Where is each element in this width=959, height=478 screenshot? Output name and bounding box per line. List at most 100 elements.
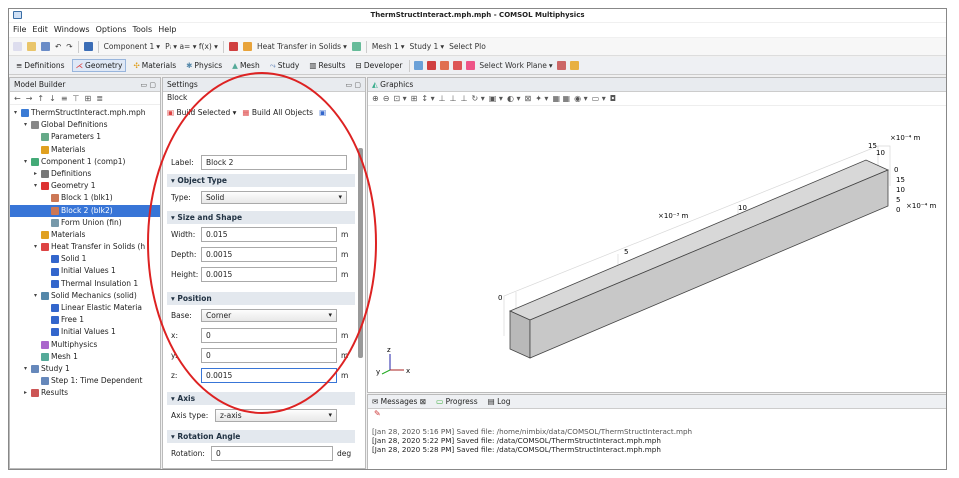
back-arrow-icon[interactable]: ← xyxy=(14,94,21,103)
view-xy-icon[interactable]: ⊥ xyxy=(439,94,446,103)
tab-messages[interactable]: ✉ Messages ⊠ xyxy=(372,397,426,406)
tree-node[interactable]: Linear Elastic Materia xyxy=(10,302,160,314)
tree-node[interactable]: Parameters 1 xyxy=(10,131,160,143)
tab-results[interactable]: ▥ Results xyxy=(306,60,348,71)
block-top-face[interactable] xyxy=(509,159,889,321)
tab-materials[interactable]: ✣ Materials xyxy=(130,60,179,71)
move-up-icon[interactable]: ↑ xyxy=(37,94,44,103)
menu-file[interactable]: File xyxy=(13,23,26,37)
screenshot-icon[interactable]: ◘ xyxy=(610,94,616,103)
tree-node[interactable]: ▸ Definitions xyxy=(10,168,160,180)
lights-icon[interactable]: ✦ ▾ xyxy=(535,94,548,103)
new-file-icon[interactable] xyxy=(13,42,22,51)
tree-node[interactable]: Multiphysics xyxy=(10,339,160,351)
camera-icon[interactable]: ◉ ▾ xyxy=(574,94,588,103)
grid-icon[interactable]: ▦ ▦ xyxy=(552,94,570,103)
tab-log[interactable]: ▤ Log xyxy=(488,397,511,406)
mesh-dropdown[interactable]: Mesh 1 ▾ xyxy=(372,42,405,51)
collapsed-arrow-icon[interactable]: ▸ xyxy=(22,387,29,399)
tab-definitions[interactable]: ≡ Definitions xyxy=(13,60,68,71)
z-input[interactable]: 0.0015 xyxy=(201,367,337,383)
forward-arrow-icon[interactable]: → xyxy=(26,94,33,103)
tab-progress[interactable]: ▭ Progress xyxy=(436,397,478,406)
settings-scrollbar[interactable] xyxy=(358,148,363,358)
transform-icon[interactable] xyxy=(466,61,476,70)
block-primitive-icon[interactable] xyxy=(440,61,450,70)
open-file-icon[interactable] xyxy=(27,42,36,51)
tree-node[interactable]: Thermal Insulation 1 xyxy=(10,278,160,290)
build-all-icon[interactable] xyxy=(414,61,424,70)
type-select[interactable]: Solid xyxy=(201,190,347,204)
select-object-icon[interactable]: ▣ ▾ xyxy=(489,94,503,103)
tree-node[interactable]: ▾ Component 1 (comp1) xyxy=(10,156,160,168)
clear-messages-icon[interactable]: ✎ xyxy=(368,409,946,423)
tree-node[interactable]: Mesh 1 xyxy=(10,351,160,363)
position-header[interactable]: ▾ Position xyxy=(167,292,355,305)
save-icon[interactable] xyxy=(41,42,50,51)
menu-tools[interactable]: Tools xyxy=(132,23,152,37)
expanded-arrow-icon[interactable]: ▾ xyxy=(22,119,29,131)
rotate-icon[interactable]: ↻ ▾ xyxy=(472,94,485,103)
material-tool-icon[interactable] xyxy=(242,42,252,51)
expanded-arrow-icon[interactable]: ▾ xyxy=(22,156,29,168)
tree-node[interactable]: ▾ Global Definitions xyxy=(10,119,160,131)
tree-node[interactable]: ▾ Study 1 xyxy=(10,363,160,375)
wireframe-icon[interactable]: ⊠ xyxy=(524,94,531,103)
tree-node[interactable]: Step 1: Time Dependent xyxy=(10,375,160,387)
axis-header[interactable]: ▾ Axis xyxy=(167,392,355,405)
zoom-in-icon[interactable]: ⊕ xyxy=(372,94,379,103)
definitions-icon[interactable]: Pᵢ ▾ a= ▾ f(x) ▾ xyxy=(165,42,218,51)
geometry-tool-icon[interactable] xyxy=(228,42,238,51)
tree-node[interactable]: Form Union (fin) xyxy=(10,217,160,229)
select-plot-dropdown[interactable]: Select Plo xyxy=(449,42,486,51)
zoom-box-icon[interactable]: ⊡ ▾ xyxy=(393,94,406,103)
x-input[interactable]: 0 xyxy=(201,327,337,343)
expanded-arrow-icon[interactable]: ▾ xyxy=(32,241,39,253)
rotation-input[interactable]: 0 xyxy=(211,445,333,461)
heat-transfer-dropdown[interactable]: Heat Transfer in Solids ▾ xyxy=(257,42,347,51)
collapsed-arrow-icon[interactable]: ▸ xyxy=(32,168,39,180)
build-all-button[interactable]: ▦ Build All Objects xyxy=(242,108,313,117)
help-icon[interactable]: ▣ xyxy=(319,108,326,117)
tab-physics[interactable]: ✱ Physics xyxy=(183,60,225,71)
size-shape-header[interactable]: ▾ Size and Shape xyxy=(167,211,355,224)
tree-menu-icon[interactable]: ≣ xyxy=(96,94,103,103)
base-select[interactable]: Corner xyxy=(201,308,337,322)
show-icon[interactable]: ≡ xyxy=(61,94,68,103)
component-dropdown[interactable]: Component 1 ▾ xyxy=(104,42,160,51)
tab-mesh[interactable]: ▲ Mesh xyxy=(229,60,263,71)
expanded-arrow-icon[interactable]: ▾ xyxy=(32,180,39,192)
collapse-icon[interactable]: ⊤ xyxy=(73,94,80,103)
expanded-arrow-icon[interactable]: ▾ xyxy=(32,290,39,302)
label-input[interactable]: Block 2 xyxy=(201,154,347,170)
study-dropdown[interactable]: Study 1 ▾ xyxy=(410,42,445,51)
render-icon[interactable]: ◐ ▾ xyxy=(507,94,521,103)
build-selected-button[interactable]: ▣ Build Selected ▾ xyxy=(167,108,236,117)
zoom-extents-icon[interactable]: ⊞ xyxy=(411,94,418,103)
graphics-canvas[interactable]: 0 5 10 ×10⁻³ m 15 10 ×10⁻⁴ m ×10⁻⁴ m 0 1… xyxy=(368,106,947,392)
depth-input[interactable]: 0.0015 xyxy=(201,246,337,262)
tab-study[interactable]: ⤳ Study xyxy=(267,60,303,72)
print-icon[interactable]: ▭ ▾ xyxy=(592,94,606,103)
tree-node[interactable]: ▸ Results xyxy=(10,387,160,399)
selection-tool-icon[interactable] xyxy=(556,61,566,70)
tree-node[interactable]: Initial Values 1 xyxy=(10,326,160,338)
axis-type-select[interactable]: z-axis xyxy=(215,408,337,422)
width-input[interactable]: 0.015 xyxy=(201,226,337,242)
rotation-header[interactable]: ▾ Rotation Angle xyxy=(167,430,355,443)
tab-developer[interactable]: ⊟ Developer xyxy=(353,60,406,71)
measure-icon[interactable] xyxy=(569,61,579,70)
menu-options[interactable]: Options xyxy=(96,23,127,37)
move-down-icon[interactable]: ↓ xyxy=(49,94,56,103)
tree-node[interactable]: Solid 1 xyxy=(10,253,160,265)
y-input[interactable]: 0 xyxy=(201,347,337,363)
import-icon[interactable] xyxy=(427,61,437,70)
transparency-icon[interactable]: ↕ ▾ xyxy=(421,94,434,103)
tree-node[interactable]: ▾ Geometry 1 xyxy=(10,180,160,192)
tree-node[interactable]: Initial Values 1 xyxy=(10,265,160,277)
tree-node[interactable]: ▾ Heat Transfer in Solids (h xyxy=(10,241,160,253)
expand-icon[interactable]: ⊞ xyxy=(84,94,91,103)
physics-tool-icon[interactable] xyxy=(351,42,361,51)
tree-node[interactable]: Block 1 (blk1) xyxy=(10,192,160,204)
undo-icon[interactable]: ↶ xyxy=(55,42,61,51)
